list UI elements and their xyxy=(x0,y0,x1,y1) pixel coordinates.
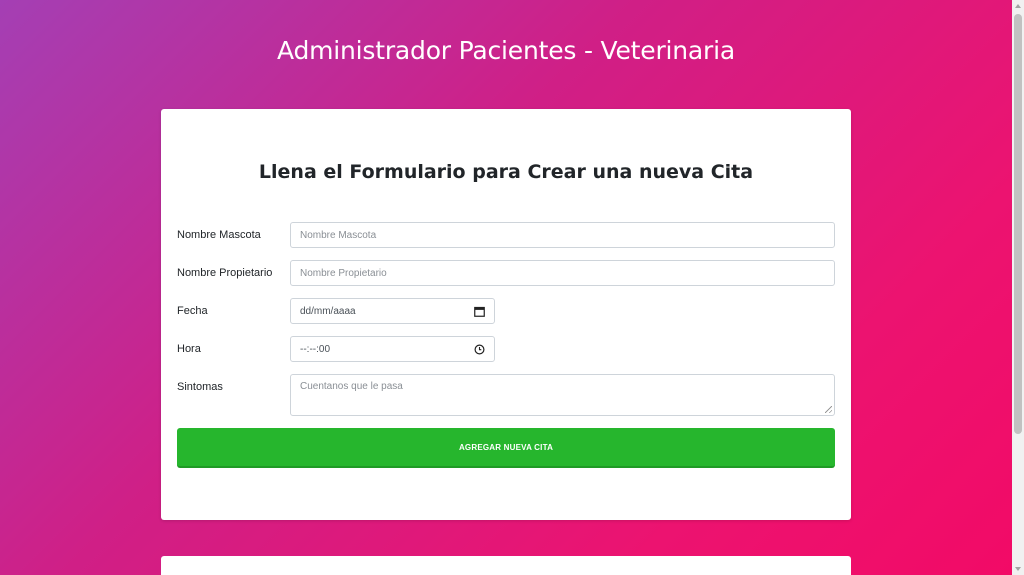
scroll-thumb[interactable] xyxy=(1014,14,1022,434)
propietario-label: Nombre Propietario xyxy=(177,267,273,279)
add-appointment-button[interactable]: AGREGAR NUEVA CITA xyxy=(177,428,835,468)
mascota-label: Nombre Mascota xyxy=(177,229,261,241)
propietario-input[interactable]: Nombre Propietario xyxy=(290,260,835,286)
hora-input[interactable]: --:--:00 xyxy=(290,336,495,362)
appointment-form-card: Llena el Formulario para Crear una nueva… xyxy=(161,109,851,520)
fecha-input[interactable]: dd/mm/aaaa xyxy=(290,298,495,324)
fecha-value: dd/mm/aaaa xyxy=(300,305,356,317)
mascota-placeholder: Nombre Mascota xyxy=(300,229,377,241)
scroll-up-icon[interactable] xyxy=(1015,4,1021,8)
app-title: Administrador Pacientes - Veterinaria xyxy=(276,36,735,65)
fecha-label: Fecha xyxy=(177,305,208,317)
appointments-list-card xyxy=(161,556,851,575)
resize-handle-icon[interactable] xyxy=(825,406,832,413)
mascota-input[interactable]: Nombre Mascota xyxy=(290,222,835,248)
propietario-placeholder: Nombre Propietario xyxy=(300,267,387,279)
page-scrollbar[interactable] xyxy=(1012,0,1024,575)
scroll-down-icon[interactable] xyxy=(1015,567,1021,571)
form-title: Llena el Formulario para Crear una nueva… xyxy=(258,161,754,183)
page: Administrador Pacientes - Veterinaria Ll… xyxy=(0,0,1012,575)
hora-value: --:--:00 xyxy=(300,343,330,355)
sintomas-placeholder: Cuentanos que le pasa xyxy=(300,381,403,392)
hora-label: Hora xyxy=(177,343,201,355)
clock-icon[interactable] xyxy=(474,343,485,355)
sintomas-textarea[interactable]: Cuentanos que le pasa xyxy=(290,374,835,416)
sintomas-label: Sintomas xyxy=(177,381,223,393)
calendar-icon[interactable] xyxy=(474,306,485,317)
